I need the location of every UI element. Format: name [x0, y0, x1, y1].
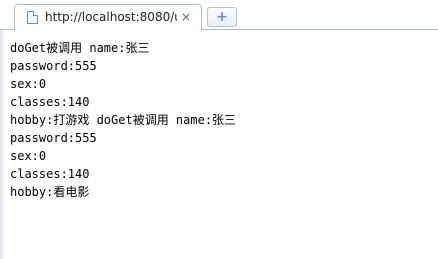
output-line: sex:0 — [10, 77, 47, 91]
output-line: hobby:看电影 — [10, 185, 90, 199]
window-left-edge — [0, 0, 5, 259]
new-tab-button[interactable]: + — [207, 7, 237, 27]
output-line: password:555 — [10, 59, 97, 73]
tab-strip: http://localhost:8080/u × + — [0, 0, 438, 30]
tab-title: http://localhost:8080/u — [45, 10, 177, 24]
tab-strip-border — [201, 29, 438, 30]
output-line: doGet被调用 name:张三 — [10, 41, 150, 55]
tab-strip-border — [0, 29, 15, 30]
output-line: sex:0 — [10, 149, 47, 163]
output-line: password:555 — [10, 131, 97, 145]
page-content: doGet被调用 name:张三 password:555 sex:0 clas… — [10, 39, 434, 201]
output-line: classes:140 — [10, 95, 90, 109]
browser-window: http://localhost:8080/u × + doGet被调用 nam… — [0, 0, 438, 259]
output-line: hobby:打游戏 doGet被调用 name:张三 — [10, 113, 237, 127]
output-line: classes:140 — [10, 167, 90, 181]
page-icon — [27, 11, 38, 24]
close-tab-icon[interactable]: × — [179, 10, 193, 24]
browser-tab[interactable]: http://localhost:8080/u × — [14, 4, 202, 30]
